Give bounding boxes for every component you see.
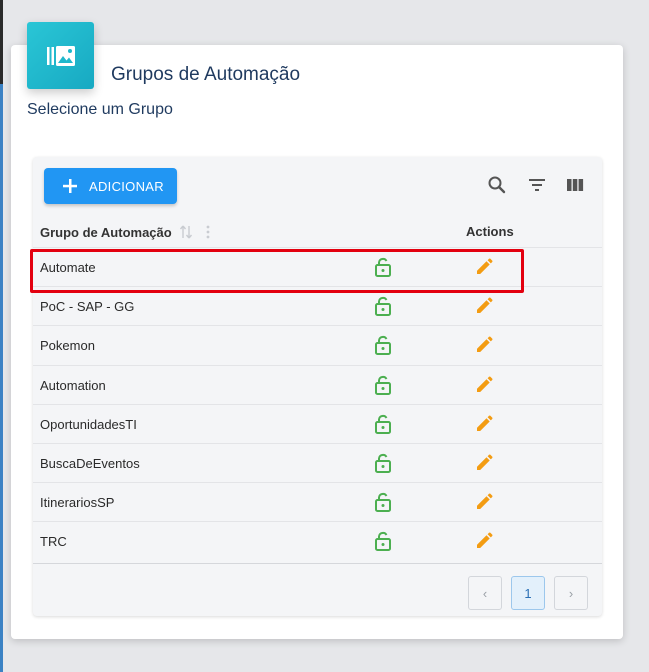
table-row[interactable]: PoC - SAP - GG xyxy=(33,286,602,326)
chevron-left-icon: ‹ xyxy=(482,585,488,601)
column-header-group[interactable]: Grupo de Automação xyxy=(40,224,214,240)
edit-pencil-icon[interactable] xyxy=(475,532,493,550)
group-name: ItinerariosSP xyxy=(40,495,115,510)
column-menu-icon[interactable] xyxy=(202,224,214,240)
table-row[interactable]: BuscaDeEventos xyxy=(33,443,602,483)
table-row[interactable]: Automation xyxy=(33,365,602,405)
lock-open-icon xyxy=(374,531,392,551)
lock-open-icon xyxy=(374,492,392,512)
left-edge-top xyxy=(0,0,3,84)
lock-open-icon xyxy=(374,335,392,355)
search-icon[interactable] xyxy=(486,174,508,196)
table-row[interactable]: Automate xyxy=(33,247,602,287)
page-subtitle: Selecione um Grupo xyxy=(27,101,173,118)
table-row[interactable]: TRC xyxy=(33,521,602,561)
group-name: Pokemon xyxy=(40,338,95,353)
add-button[interactable]: ADICIONAR xyxy=(44,168,177,204)
group-name: Automate xyxy=(40,260,96,275)
filter-icon[interactable] xyxy=(526,174,548,196)
group-name: PoC - SAP - GG xyxy=(40,299,135,314)
group-name: TRC xyxy=(40,534,67,549)
lock-open-icon xyxy=(374,375,392,395)
group-name: BuscaDeEventos xyxy=(40,456,140,471)
edit-pencil-icon[interactable] xyxy=(475,297,493,315)
lock-open-icon xyxy=(374,257,392,277)
table-row[interactable]: Pokemon xyxy=(33,325,602,365)
chevron-right-icon: › xyxy=(568,585,574,601)
sort-icon[interactable] xyxy=(178,224,194,240)
columns-icon[interactable] xyxy=(564,174,586,196)
page-title: Grupos de Automação xyxy=(111,64,301,85)
table-row[interactable]: OportunidadesTI xyxy=(33,404,602,444)
edit-pencil-icon[interactable] xyxy=(475,258,493,276)
lock-open-icon xyxy=(374,296,392,316)
library-photos-icon xyxy=(27,22,94,89)
column-header-actions: Actions xyxy=(466,224,514,239)
lock-open-icon xyxy=(374,453,392,473)
page-1-button[interactable]: 1 xyxy=(511,576,545,610)
table-row[interactable]: ItinerariosSP xyxy=(33,482,602,522)
next-page-button[interactable]: › xyxy=(554,576,588,610)
table-footer-divider xyxy=(33,563,602,564)
edit-pencil-icon[interactable] xyxy=(475,415,493,433)
edit-pencil-icon[interactable] xyxy=(475,376,493,394)
edit-pencil-icon[interactable] xyxy=(475,336,493,354)
add-button-label: ADICIONAR xyxy=(89,178,164,194)
prev-page-button[interactable]: ‹ xyxy=(468,576,502,610)
group-name: Automation xyxy=(40,378,106,393)
lock-open-icon xyxy=(374,414,392,434)
page-number: 1 xyxy=(524,585,532,601)
column-header-label: Grupo de Automação xyxy=(40,224,172,240)
edit-pencil-icon[interactable] xyxy=(475,454,493,472)
plus-icon xyxy=(63,179,77,193)
left-edge xyxy=(0,0,3,672)
group-name: OportunidadesTI xyxy=(40,417,137,432)
edit-pencil-icon[interactable] xyxy=(475,493,493,511)
